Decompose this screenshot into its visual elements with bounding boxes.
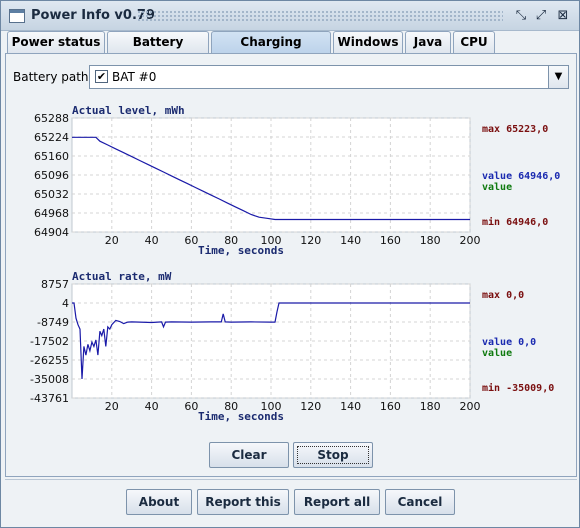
y-tick-label: 65160: [34, 150, 69, 163]
bottom-separator: [5, 479, 577, 480]
cancel-button[interactable]: Cancel: [385, 489, 455, 515]
app-window-icon: [9, 9, 25, 23]
x-axis-label: Time, seconds: [198, 410, 284, 423]
y-tick-label: 65288: [34, 112, 69, 125]
title-bar[interactable]: Power Info v0.79 ⤡ ⤢ ⊠: [1, 1, 579, 31]
min-stat: min 64946,0: [482, 216, 548, 228]
x-axis-label: Time, seconds: [198, 244, 284, 257]
report-this-button[interactable]: Report this: [197, 489, 289, 515]
y-tick-label: 64968: [34, 207, 69, 220]
level-chart-svg: 65288 65224 65160 65096 65032 64968 64904 20 40 6…: [34, 104, 560, 257]
battery-path-label: Battery path: [13, 70, 89, 84]
level-chart: 65288 65224 65160 65096 65032 64968 64904 20 40 6…: [11, 101, 569, 265]
min-stat: min -35009,0: [482, 382, 554, 394]
y-tick-label: 65032: [34, 188, 69, 201]
about-button[interactable]: About: [126, 489, 192, 515]
tab-java[interactable]: Java: [405, 31, 451, 53]
y-tick-label: 64904: [34, 226, 69, 239]
value-stat: value 64946,0: [482, 171, 560, 182]
y-tick-label: 65096: [34, 169, 69, 182]
x-tick-label: 160: [380, 234, 401, 247]
clear-button[interactable]: Clear: [209, 442, 289, 468]
battery-path-value: BAT #0: [112, 70, 157, 84]
x-tick-label: 200: [460, 400, 481, 413]
y-tick-label: -35008: [30, 373, 69, 386]
chart-title: Actual rate, mW: [72, 270, 172, 283]
y-tick-label: -43761: [30, 392, 69, 405]
tab-power-status[interactable]: Power status: [7, 31, 105, 53]
tab-cpu[interactable]: CPU: [453, 31, 495, 53]
value-label: value: [482, 348, 512, 359]
x-tick-label: 40: [145, 234, 159, 247]
tab-windows[interactable]: Windows: [333, 31, 403, 53]
tab-battery-details[interactable]: Battery details: [107, 31, 209, 69]
y-tick-label: 4: [62, 297, 69, 310]
tab-charging-monitor[interactable]: Charging monitor: [211, 31, 331, 69]
close-icon[interactable]: ⊠: [555, 8, 571, 24]
x-tick-label: 20: [105, 400, 119, 413]
chevron-down-icon[interactable]: ▼: [548, 66, 568, 88]
x-tick-label: 60: [184, 400, 198, 413]
x-tick-label: 140: [340, 234, 361, 247]
x-tick-label: 180: [420, 234, 441, 247]
max-stat: max 0,0: [482, 290, 524, 301]
y-tick-label: -17502: [30, 335, 69, 348]
x-tick-label: 140: [340, 400, 361, 413]
rate-chart-svg: 8757 4 -8749 -17502 -26255 -35008 -43761 20 40 60…: [30, 270, 554, 423]
x-tick-label: 120: [300, 234, 321, 247]
title-grip: [137, 10, 503, 22]
value-label: value: [482, 182, 512, 193]
x-tick-label: 160: [380, 400, 401, 413]
y-tick-label: -26255: [30, 354, 69, 367]
chart-title: Actual level, mWh: [72, 104, 185, 117]
x-tick-label: 180: [420, 400, 441, 413]
minimize-icon[interactable]: ⤡: [513, 8, 529, 24]
x-tick-label: 60: [184, 234, 198, 247]
power-info-window: Power Info v0.79 ⤡ ⤢ ⊠ Power status Batt…: [0, 0, 580, 528]
stop-button[interactable]: Stop: [293, 442, 373, 468]
x-tick-label: 20: [105, 234, 119, 247]
maximize-icon[interactable]: ⤢: [533, 8, 549, 24]
report-all-button[interactable]: Report all: [294, 489, 380, 515]
y-tick-label: -8749: [37, 316, 69, 329]
x-tick-label: 200: [460, 234, 481, 247]
checkbox-icon: ✔: [95, 70, 108, 83]
max-stat: max 65223,0: [482, 124, 548, 135]
y-tick-label: 8757: [41, 278, 69, 291]
value-stat: value 0,0: [482, 337, 536, 348]
battery-path-select[interactable]: ✔ BAT #0 ▼: [89, 65, 569, 89]
x-tick-label: 120: [300, 400, 321, 413]
y-tick-label: 65224: [34, 131, 69, 144]
rate-chart: 8757 4 -8749 -17502 -26255 -35008 -43761 20 40 60…: [11, 267, 569, 431]
x-tick-label: 40: [145, 400, 159, 413]
